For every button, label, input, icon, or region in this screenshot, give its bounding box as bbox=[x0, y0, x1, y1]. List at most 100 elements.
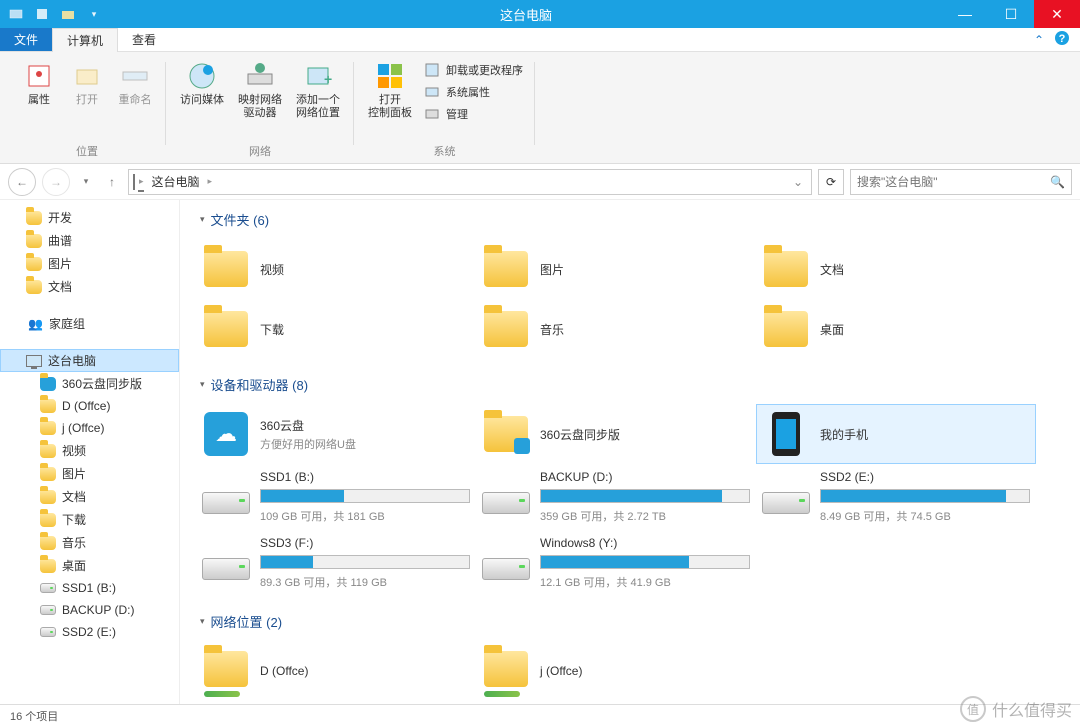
tab-computer[interactable]: 计算机 bbox=[52, 28, 118, 52]
folder-desktop[interactable]: 桌面 bbox=[756, 299, 1036, 359]
drive-usage-bar bbox=[260, 489, 470, 503]
section-header-devices[interactable]: ▾设备和驱动器 (8) bbox=[196, 375, 1064, 394]
device-360cloud-sync[interactable]: 360云盘同步版 bbox=[476, 404, 756, 464]
window-title: 这台电脑 bbox=[110, 5, 942, 24]
tab-view[interactable]: 查看 bbox=[118, 28, 170, 51]
sidebar-fav-item[interactable]: 开发 bbox=[0, 206, 179, 229]
qat-dropdown-icon[interactable]: ▾ bbox=[86, 6, 102, 22]
phone-icon bbox=[772, 412, 800, 456]
sidebar-pc-item[interactable]: D (Offce) bbox=[0, 395, 179, 417]
refresh-button[interactable]: ⟳ bbox=[818, 169, 844, 195]
sidebar-pc-item[interactable]: SSD1 (B:) bbox=[0, 577, 179, 599]
search-icon[interactable]: 🔍 bbox=[1050, 175, 1065, 189]
sidebar-pc-item[interactable]: 下载 bbox=[0, 508, 179, 531]
section-header-folders[interactable]: ▾文件夹 (6) bbox=[196, 210, 1064, 229]
sidebar-pc-item[interactable]: 文档 bbox=[0, 485, 179, 508]
system-menu-icon[interactable] bbox=[8, 6, 24, 22]
rename-button[interactable]: 重命名 bbox=[112, 56, 158, 141]
sidebar-pc-item[interactable]: BACKUP (D:) bbox=[0, 599, 179, 621]
item-count: 16 个项目 bbox=[10, 708, 58, 724]
ribbon-help: ⌃ ? bbox=[1024, 28, 1080, 51]
properties-button[interactable]: 属性 bbox=[16, 56, 62, 141]
sidebar-pc-item[interactable]: 360云盘同步版 bbox=[0, 372, 179, 395]
search-input[interactable] bbox=[857, 175, 1050, 189]
sidebar-pc-item[interactable]: SSD2 (E:) bbox=[0, 621, 179, 643]
address-bar[interactable]: ▸ 这台电脑 ▸ ⌄ bbox=[128, 169, 812, 195]
netloc-d[interactable]: D (Offce) bbox=[196, 641, 476, 701]
search-box[interactable]: 🔍 bbox=[850, 169, 1072, 195]
status-bar: 16 个项目 bbox=[0, 704, 1080, 726]
uninstall-button[interactable]: 卸载或更改程序 bbox=[420, 60, 527, 80]
sidebar-pc-item[interactable]: 图片 bbox=[0, 462, 179, 485]
section-devices: ▾设备和驱动器 (8) ☁360云盘方便好用的网络U盘 360云盘同步版 我的手… bbox=[196, 375, 1064, 596]
collapse-icon: ▾ bbox=[200, 616, 205, 627]
sidebar-homegroup[interactable]: 👥家庭组 bbox=[0, 312, 179, 335]
ribbon-tabs: 文件 计算机 查看 ⌃ ? bbox=[0, 28, 1080, 52]
drive-backup[interactable]: BACKUP (D:)359 GB 可用，共 2.72 TB bbox=[476, 464, 756, 530]
quick-access-toolbar: ▾ bbox=[0, 6, 110, 22]
folder-videos[interactable]: 视频 bbox=[196, 239, 476, 299]
watermark-badge: 值 bbox=[960, 696, 986, 722]
qat-properties-icon[interactable] bbox=[34, 6, 50, 22]
drive-usage-bar bbox=[260, 555, 470, 569]
drive-icon bbox=[202, 558, 250, 580]
minimize-button[interactable]: — bbox=[942, 0, 988, 28]
open-button[interactable]: 打开 bbox=[64, 56, 110, 141]
minimize-ribbon-icon[interactable]: ⌃ bbox=[1034, 33, 1044, 47]
recent-button[interactable]: ▾ bbox=[76, 168, 96, 196]
sidebar-pc-item[interactable]: j (Offce) bbox=[0, 417, 179, 439]
drive-ssd1[interactable]: SSD1 (B:)109 GB 可用，共 181 GB bbox=[196, 464, 476, 530]
drive-ssd3[interactable]: SSD3 (F:)89.3 GB 可用，共 119 GB bbox=[196, 530, 476, 596]
drive-icon bbox=[482, 558, 530, 580]
folder-documents[interactable]: 文档 bbox=[756, 239, 1036, 299]
nav-pane[interactable]: 开发 曲谱 图片 文档 👥家庭组 这台电脑 360云盘同步版 D (Offce)… bbox=[0, 200, 180, 704]
device-360cloud[interactable]: ☁360云盘方便好用的网络U盘 bbox=[196, 404, 476, 464]
ribbon: 属性 打开 重命名 位置 访问媒体 映射网络 驱动器 + bbox=[0, 52, 1080, 164]
map-drive-button[interactable]: 映射网络 驱动器 bbox=[232, 56, 288, 141]
content-pane[interactable]: ▾文件夹 (6) 视频 图片 文档 下载 音乐 桌面 ▾设备和驱动器 (8) ☁… bbox=[180, 200, 1080, 704]
sidebar-thispc[interactable]: 这台电脑 bbox=[0, 349, 179, 372]
drive-usage-bar bbox=[540, 555, 750, 569]
add-location-button[interactable]: + 添加一个 网络位置 bbox=[290, 56, 346, 141]
sidebar-pc-item[interactable]: 音乐 bbox=[0, 531, 179, 554]
folder-pictures[interactable]: 图片 bbox=[476, 239, 756, 299]
watermark: 值 什么值得买 bbox=[960, 696, 1072, 722]
breadcrumb-root[interactable]: 这台电脑 bbox=[148, 173, 204, 190]
breadcrumb-sep-icon[interactable]: ▸ bbox=[139, 176, 144, 187]
cloud-icon: ☁ bbox=[204, 412, 248, 456]
sidebar-pc-item[interactable]: 桌面 bbox=[0, 554, 179, 577]
control-panel-button[interactable]: 打开 控制面板 bbox=[362, 56, 418, 141]
svg-text:+: + bbox=[324, 71, 332, 87]
back-button[interactable]: ← bbox=[8, 168, 36, 196]
ribbon-group-system: 打开 控制面板 卸载或更改程序 系统属性 管理 系统 bbox=[354, 56, 535, 161]
access-media-button[interactable]: 访问媒体 bbox=[174, 56, 230, 141]
sidebar-fav-item[interactable]: 图片 bbox=[0, 252, 179, 275]
close-button[interactable]: ✕ bbox=[1034, 0, 1080, 28]
manage-button[interactable]: 管理 bbox=[420, 104, 527, 124]
tab-file[interactable]: 文件 bbox=[0, 28, 52, 51]
pc-icon bbox=[133, 175, 135, 189]
folder-downloads[interactable]: 下载 bbox=[196, 299, 476, 359]
ribbon-group-network: 访问媒体 映射网络 驱动器 + 添加一个 网络位置 网络 bbox=[166, 56, 354, 161]
forward-button[interactable]: → bbox=[42, 168, 70, 196]
system-props-button[interactable]: 系统属性 bbox=[420, 82, 527, 102]
qat-new-folder-icon[interactable] bbox=[60, 6, 76, 22]
address-dropdown-icon[interactable]: ⌄ bbox=[789, 175, 807, 189]
breadcrumb-sep-icon[interactable]: ▸ bbox=[208, 176, 213, 187]
body: 开发 曲谱 图片 文档 👥家庭组 这台电脑 360云盘同步版 D (Offce)… bbox=[0, 200, 1080, 704]
maximize-button[interactable]: ☐ bbox=[988, 0, 1034, 28]
drive-ssd2[interactable]: SSD2 (E:)8.49 GB 可用，共 74.5 GB bbox=[756, 464, 1036, 530]
window-buttons: — ☐ ✕ bbox=[942, 0, 1080, 28]
netloc-j[interactable]: j (Offce) bbox=[476, 641, 756, 701]
section-folders: ▾文件夹 (6) 视频 图片 文档 下载 音乐 桌面 bbox=[196, 210, 1064, 359]
up-button[interactable]: ↑ bbox=[102, 168, 122, 196]
ribbon-group-location: 属性 打开 重命名 位置 bbox=[8, 56, 166, 161]
folder-music[interactable]: 音乐 bbox=[476, 299, 756, 359]
help-icon[interactable]: ? bbox=[1054, 30, 1070, 49]
drive-windows8[interactable]: Windows8 (Y:)12.1 GB 可用，共 41.9 GB bbox=[476, 530, 756, 596]
section-header-network[interactable]: ▾网络位置 (2) bbox=[196, 612, 1064, 631]
sidebar-pc-item[interactable]: 视频 bbox=[0, 439, 179, 462]
sidebar-fav-item[interactable]: 曲谱 bbox=[0, 229, 179, 252]
sidebar-fav-item[interactable]: 文档 bbox=[0, 275, 179, 298]
device-phone[interactable]: 我的手机 bbox=[756, 404, 1036, 464]
